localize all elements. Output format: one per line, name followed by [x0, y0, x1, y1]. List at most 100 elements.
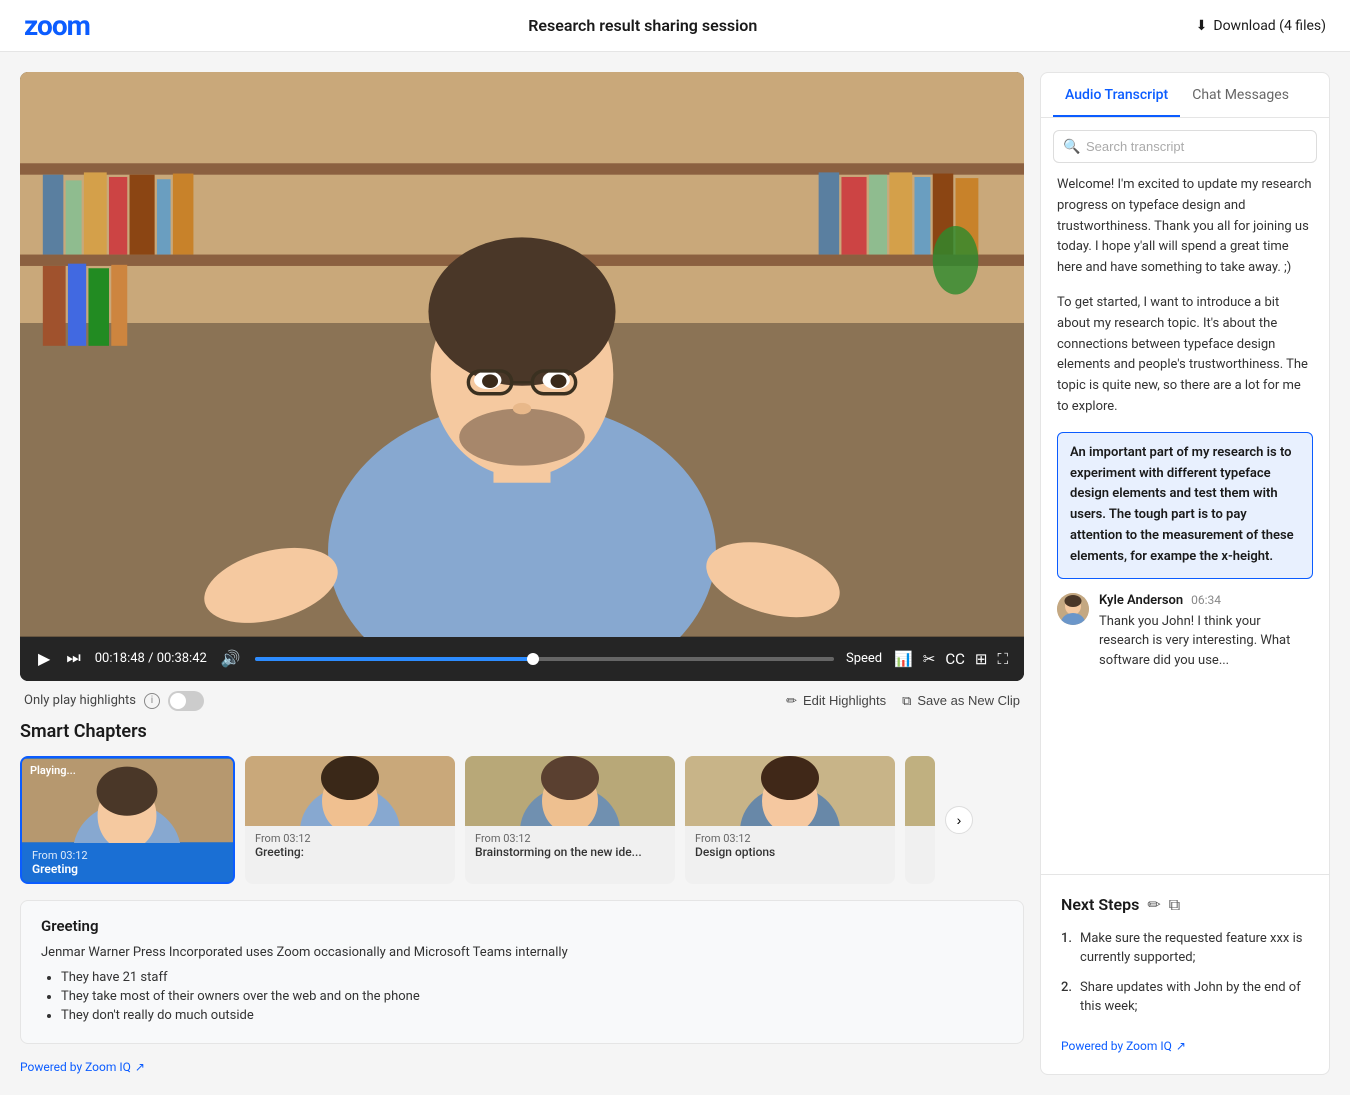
play-button[interactable]: ▶ — [36, 647, 52, 671]
chapter-thumb-svg-2 — [465, 756, 675, 826]
chapter-info-1: From 03:12 Greeting: — [245, 826, 455, 865]
smart-chapters-title: Smart Chapters — [20, 721, 1024, 742]
video-controls: ▶ ⏭ 00:18:48 / 00:38:42 🔊 Speed 📊 ✂ CC — [20, 637, 1024, 681]
external-link-icon: ↗ — [135, 1060, 145, 1074]
highlights-toggle-group: Only play highlights i — [24, 691, 204, 711]
chapters-row: Playing... From 03:12 Greeting — [20, 756, 1024, 884]
current-time: 00:18:48 — [95, 651, 145, 666]
progress-fill — [255, 657, 533, 661]
chapter-label-2: Brainstorming on the new ide... — [475, 845, 665, 859]
video-frame — [20, 72, 1024, 637]
left-panel: ▶ ⏭ 00:18:48 / 00:38:42 🔊 Speed 📊 ✂ CC — [20, 72, 1024, 1075]
chapter-playing-label: Playing... — [30, 764, 76, 777]
search-input[interactable] — [1053, 130, 1317, 163]
chapter-from-0: From 03:12 — [32, 849, 223, 862]
skip-button[interactable]: ⏭ — [64, 648, 82, 670]
chapter-thumb-0: Playing... — [22, 758, 233, 843]
next-step-1: 2. Share updates with John by the end of… — [1061, 978, 1309, 1017]
transcript-para-1: To get started, I want to introduce a bi… — [1057, 293, 1313, 418]
search-input-wrap: 🔍 — [1053, 130, 1317, 163]
fullscreen-icon[interactable]: ⛶ — [997, 650, 1008, 668]
copy-next-steps-icon[interactable]: ⧉ — [1169, 895, 1180, 915]
commenter-time: 06:34 — [1191, 593, 1221, 607]
edit-next-steps-icon[interactable]: ✏ — [1147, 895, 1160, 914]
chapter-thumb-svg-1 — [245, 756, 455, 826]
step-num-0: 1. — [1061, 929, 1072, 968]
chapter-desc-list: They have 21 staff They take most of the… — [41, 970, 1003, 1023]
stats-icon[interactable]: 📊 — [894, 650, 913, 668]
video-background — [20, 72, 1024, 637]
download-button[interactable]: ⬇ Download (4 files) — [1196, 18, 1326, 34]
chapter-thumb-3 — [685, 756, 895, 826]
page-title: Research result sharing session — [528, 16, 757, 35]
zoom-logo: zoom — [24, 9, 90, 42]
save-clip-button[interactable]: ⧉ Save as New Clip — [902, 693, 1020, 709]
progress-bar[interactable] — [255, 657, 834, 661]
chapter-label-0: Greeting — [32, 862, 223, 876]
chapter-info-2: From 03:12 Brainstorming on the new ide.… — [465, 826, 675, 865]
chapter-thumb-1 — [245, 756, 455, 826]
chapters-nav-right: › — [945, 756, 973, 884]
chapter-card-2[interactable]: From 03:12 Brainstorming on the new ide.… — [465, 756, 675, 884]
search-box: 🔍 — [1041, 118, 1329, 175]
tab-audio-transcript[interactable]: Audio Transcript — [1053, 73, 1180, 117]
highlights-toggle-switch[interactable] — [168, 691, 204, 711]
chapter-from-2: From 03:12 — [475, 832, 665, 845]
powered-by-link-right[interactable]: Powered by Zoom IQ ↗ — [1061, 1039, 1186, 1053]
video-actions: ✏ Edit Highlights ⧉ Save as New Clip — [786, 693, 1020, 709]
ctrl-icons: 📊 ✂ CC ⊞ ⛶ — [894, 650, 1008, 668]
chapter-info-3: From 03:12 Design options — [685, 826, 895, 865]
cc-icon[interactable]: CC — [945, 650, 965, 668]
next-steps-title: Next Steps — [1061, 895, 1139, 914]
chapter-card-0[interactable]: Playing... From 03:12 Greeting — [20, 756, 235, 884]
comment-meta: Kyle Anderson 06:34 — [1099, 593, 1313, 608]
right-tabs: Audio Transcript Chat Messages — [1041, 73, 1329, 118]
chapter-desc-title: Greeting — [41, 917, 1003, 935]
total-time: 00:38:42 — [157, 651, 207, 666]
smart-chapters: Smart Chapters Playing... — [20, 721, 1024, 884]
chapter-info-active-0: From 03:12 Greeting — [22, 843, 233, 882]
highlights-label: Only play highlights — [24, 693, 136, 708]
chapter-description-box: Greeting Jenmar Warner Press Incorporate… — [20, 900, 1024, 1044]
external-link-icon-right: ↗ — [1176, 1039, 1186, 1053]
chapter-card-1[interactable]: From 03:12 Greeting: — [245, 756, 455, 884]
chapter-desc-bullet-1: They take most of their owners over the … — [61, 989, 1003, 1004]
chapter-card-3[interactable]: From 03:12 Design options — [685, 756, 895, 884]
chapter-from-3: From 03:12 — [695, 832, 885, 845]
step-text-1: Share updates with John by the end of th… — [1080, 978, 1309, 1017]
tab-chat-messages[interactable]: Chat Messages — [1180, 73, 1301, 117]
right-panel: Audio Transcript Chat Messages 🔍 Welcome… — [1040, 72, 1330, 1075]
powered-by-link-left[interactable]: Powered by Zoom IQ ↗ — [20, 1060, 145, 1074]
comment-text: Thank you John! I think your research is… — [1099, 612, 1313, 671]
transcript-para-0: Welcome! I'm excited to update my resear… — [1057, 175, 1313, 279]
chapter-thumb-svg-3 — [685, 756, 895, 826]
speed-label: Speed — [846, 651, 882, 666]
comment-body: Kyle Anderson 06:34 Thank you John! I th… — [1099, 593, 1313, 671]
toggle-knob — [170, 693, 186, 709]
video-player: ▶ ⏭ 00:18:48 / 00:38:42 🔊 Speed 📊 ✂ CC — [20, 72, 1024, 681]
edit-icon: ✏ — [786, 693, 797, 709]
info-icon[interactable]: i — [144, 693, 160, 709]
grid-icon[interactable]: ⊞ — [975, 650, 988, 668]
search-icon: 🔍 — [1063, 139, 1080, 155]
cut-icon[interactable]: ✂ — [923, 650, 936, 668]
time-display: 00:18:48 / 00:38:42 — [95, 651, 207, 666]
chapters-next-button[interactable]: › — [945, 806, 973, 834]
step-text-0: Make sure the requested feature xxx is c… — [1080, 929, 1309, 968]
chapter-card-4[interactable] — [905, 756, 935, 884]
commenter-name: Kyle Anderson — [1099, 593, 1183, 608]
chapter-label-3: Design options — [695, 845, 885, 859]
chapter-from-1: From 03:12 — [255, 832, 445, 845]
chapter-desc-text: Jenmar Warner Press Incorporated uses Zo… — [41, 945, 1003, 960]
transcript-content: Welcome! I'm excited to update my resear… — [1041, 175, 1329, 874]
chapter-desc-bullet-2: They don't really do much outside — [61, 1008, 1003, 1023]
edit-highlights-button[interactable]: ✏ Edit Highlights — [786, 693, 886, 709]
comment-block: Kyle Anderson 06:34 Thank you John! I th… — [1057, 593, 1313, 671]
avatar-svg — [1057, 593, 1089, 625]
save-icon: ⧉ — [902, 693, 911, 709]
download-icon: ⬇ — [1196, 18, 1208, 34]
main-layout: ▶ ⏭ 00:18:48 / 00:38:42 🔊 Speed 📊 ✂ CC — [0, 52, 1350, 1095]
chapter-thumb-2 — [465, 756, 675, 826]
volume-button[interactable]: 🔊 — [219, 647, 243, 671]
header: zoom Research result sharing session ⬇ D… — [0, 0, 1350, 52]
